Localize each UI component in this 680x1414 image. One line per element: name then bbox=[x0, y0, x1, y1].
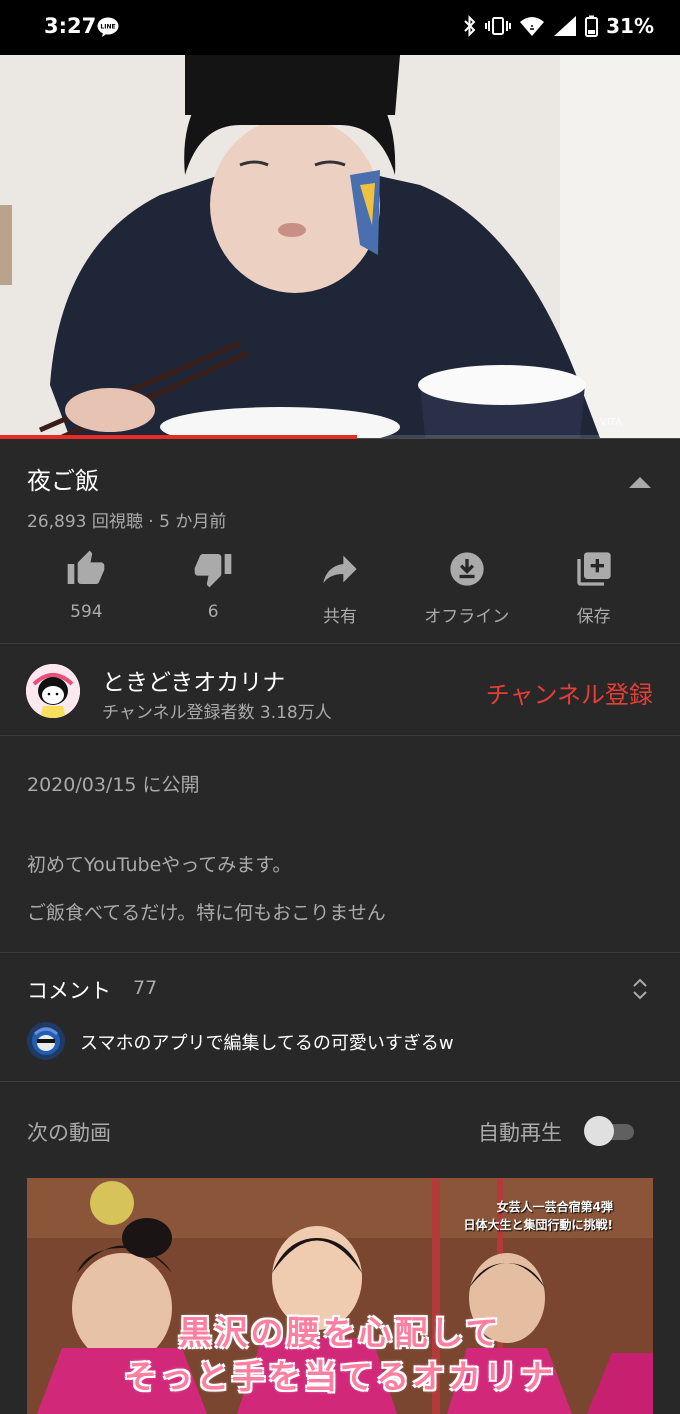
description-line: ご飯食べてるだけ。特に何もおこりません bbox=[27, 902, 386, 924]
subscribe-button[interactable]: チャンネル登録 bbox=[486, 675, 653, 710]
expand-comments-icon[interactable] bbox=[630, 976, 650, 1002]
action-bar: 594 6 共有 オフライン 保存 bbox=[23, 549, 657, 629]
offline-button[interactable]: オフライン bbox=[403, 549, 530, 629]
status-bar: 3:27 LINE 31% bbox=[0, 0, 680, 55]
offline-label: オフライン bbox=[424, 607, 510, 627]
commenter-avatar bbox=[27, 1022, 65, 1060]
line-app-icon: LINE bbox=[97, 17, 119, 37]
comments-label: コメント bbox=[27, 979, 111, 1003]
toggle-thumb bbox=[584, 1116, 614, 1146]
wifi-icon bbox=[520, 17, 545, 36]
subscriber-count: チャンネル登録者数 3.18万人 bbox=[102, 703, 332, 723]
thumbnail-caption: 黒沢の腰を心配して bbox=[178, 1313, 502, 1352]
comments-section[interactable]: コメント 77 スマホのアプリで編集してるの可愛いすぎるw bbox=[0, 954, 680, 1082]
video-info: 夜ご飯 26,893 回視聴 · 5 か月前 594 6 共有 オフライン 保存 bbox=[0, 439, 680, 644]
collapse-arrow-icon[interactable] bbox=[628, 475, 652, 489]
thumbs-up-icon bbox=[66, 549, 106, 589]
battery-percentage: 31% bbox=[606, 14, 654, 38]
share-label: 共有 bbox=[322, 607, 357, 627]
save-label: 保存 bbox=[576, 607, 611, 627]
battery-icon bbox=[585, 15, 599, 37]
signal-icon bbox=[554, 16, 577, 36]
vibrate-icon bbox=[485, 17, 512, 35]
add-to-playlist-icon bbox=[574, 549, 614, 589]
up-next-header: 次の動画 自動再生 bbox=[0, 1083, 680, 1178]
up-next-label: 次の動画 bbox=[27, 1121, 111, 1145]
thumbnail-overlay-title: 女芸人一芸合宿第4弾 bbox=[496, 1200, 613, 1214]
top-comment-text: スマホのアプリで編集してるの可愛いすぎるw bbox=[80, 1033, 454, 1054]
video-player[interactable]: VITA bbox=[0, 55, 680, 438]
bluetooth-icon bbox=[464, 15, 476, 37]
video-title[interactable]: 夜ご飯 bbox=[27, 461, 99, 496]
autoplay-label: 自動再生 bbox=[478, 1121, 562, 1145]
video-meta: 26,893 回視聴 · 5 か月前 bbox=[27, 512, 227, 532]
next-video-thumbnail[interactable]: 女芸人一芸合宿第4弾 日体大生と集団行動に挑戦! 黒沢の腰を心配して そっと手を… bbox=[27, 1178, 653, 1414]
status-icons: 31% bbox=[463, 14, 654, 38]
thumbs-down-icon bbox=[193, 549, 233, 589]
like-count: 594 bbox=[70, 602, 103, 622]
thumbnail-caption: そっと手を当てるオカリナ bbox=[124, 1357, 556, 1396]
description-section: 2020/03/15 に公開 初めてYouTubeやってみます。 ご飯食べてるだ… bbox=[0, 737, 680, 953]
download-icon bbox=[447, 549, 487, 589]
thumbnail-overlay-subtitle: 日体大生と集団行動に挑戦! bbox=[463, 1218, 613, 1232]
publish-date: 2020/03/15 に公開 bbox=[27, 774, 200, 796]
comments-count: 77 bbox=[133, 977, 158, 999]
autoplay-toggle[interactable] bbox=[584, 1116, 634, 1146]
channel-row[interactable]: ときどきオカリナ チャンネル登録者数 3.18万人 チャンネル登録 bbox=[0, 645, 680, 736]
like-button[interactable]: 594 bbox=[23, 549, 150, 629]
dislike-count: 6 bbox=[207, 602, 219, 622]
share-button[interactable]: 共有 bbox=[277, 549, 404, 629]
share-icon bbox=[320, 549, 360, 589]
video-frame: VITA bbox=[0, 55, 680, 438]
svg-text:VITA: VITA bbox=[600, 417, 622, 428]
status-time: 3:27 bbox=[44, 14, 97, 38]
save-button[interactable]: 保存 bbox=[530, 549, 657, 629]
dislike-button[interactable]: 6 bbox=[150, 549, 277, 629]
channel-avatar[interactable] bbox=[26, 664, 80, 718]
description-line: 初めてYouTubeやってみます。 bbox=[27, 854, 292, 876]
svg-text:LINE: LINE bbox=[100, 24, 115, 31]
channel-name[interactable]: ときどきオカリナ bbox=[102, 663, 285, 697]
